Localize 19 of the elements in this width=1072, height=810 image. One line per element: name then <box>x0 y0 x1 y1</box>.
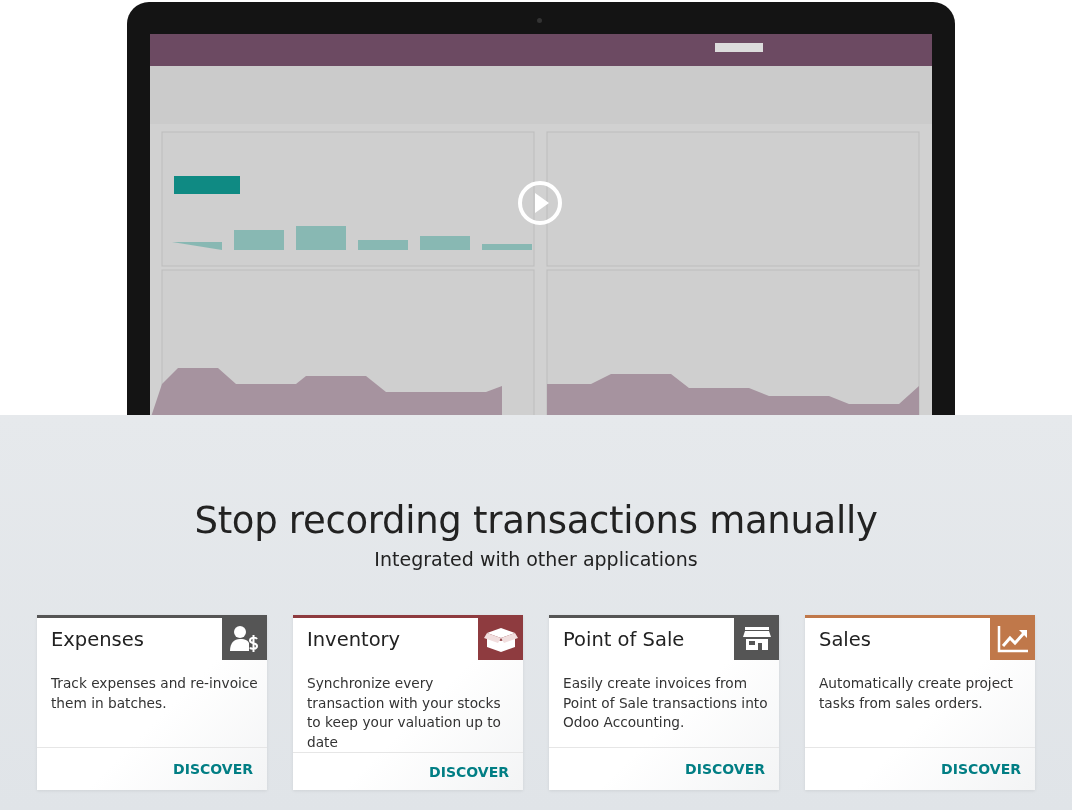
card-description: Synchronize every transaction with your stocks to keep your valuation up to date <box>307 674 502 752</box>
box-icon <box>483 625 518 653</box>
store-icon <box>742 627 771 651</box>
card-description: Automatically create project tasks from sales orders. <box>819 674 1014 713</box>
card-description: Track expenses and re-invoice them in batches. <box>51 674 259 713</box>
discover-link[interactable]: DISCOVER <box>941 761 1021 777</box>
card-description: Easily create invoices from Point of Sale transactions into Odoo Accounting. <box>563 674 769 732</box>
card-title: Point of Sale <box>562 627 685 651</box>
section-subheading: Integrated with other applications <box>374 548 698 570</box>
discover-link[interactable]: DISCOVER <box>173 761 253 777</box>
discover-link[interactable]: DISCOVER <box>685 761 765 777</box>
trend-chart-icon <box>996 625 1029 653</box>
card-title: Sales <box>818 627 871 651</box>
play-icon[interactable] <box>517 180 563 226</box>
section-heading: Stop recording transactions manually <box>194 499 878 542</box>
card-title: Expenses <box>50 627 144 651</box>
person-dollar-icon <box>229 625 260 653</box>
card-title: Inventory <box>306 627 401 651</box>
discover-link[interactable]: DISCOVER <box>429 763 509 780</box>
